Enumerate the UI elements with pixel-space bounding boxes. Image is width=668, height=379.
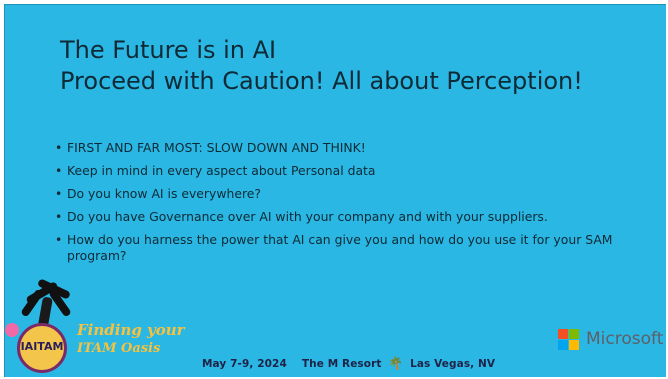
- event-dates: May 7-9, 2024: [202, 358, 287, 370]
- bullet-dot: •: [55, 186, 63, 201]
- bullet-text: Do you have Governance over AI with your…: [67, 209, 548, 224]
- bullet-text: How do you harness the power that AI can…: [67, 232, 613, 263]
- slide-title: The Future is in AI Proceed with Caution…: [60, 35, 660, 97]
- event-location: Las Vegas, NV: [410, 358, 496, 370]
- event-info: May 7-9, 2024 The M Resort 🌴 Las Vegas, …: [202, 356, 495, 370]
- ms-square-green: [569, 329, 579, 339]
- ms-square-blue: [558, 340, 568, 350]
- bullet-item: • Do you know AI is everywhere?: [55, 186, 645, 202]
- badge-text: IAITAM: [20, 340, 64, 353]
- title-line-1: The Future is in AI: [60, 36, 277, 64]
- flower-icon: [5, 323, 19, 337]
- ms-square-red: [558, 329, 568, 339]
- logo-tagline-2: ITAM Oasis: [77, 341, 161, 356]
- event-venue: The M Resort: [301, 358, 382, 370]
- bullet-dot: •: [55, 232, 63, 247]
- bullet-dot: •: [55, 209, 63, 224]
- slide: The Future is in AI Proceed with Caution…: [4, 4, 666, 377]
- bullet-dot: •: [55, 163, 63, 178]
- microsoft-wordmark: Microsoft: [586, 329, 664, 349]
- bullet-list: • FIRST AND FAR MOST: SLOW DOWN AND THINK…: [55, 140, 645, 271]
- bullet-item: • FIRST AND FAR MOST: SLOW DOWN AND THINK…: [55, 140, 645, 156]
- iaitam-badge: IAITAM: [17, 323, 67, 373]
- palm-tree-icon: 🌴: [388, 356, 404, 370]
- microsoft-logo-icon: [558, 329, 580, 351]
- bullet-item: • How do you harness the power that AI ca…: [55, 232, 645, 264]
- logo-tagline-1: Finding your: [77, 321, 185, 339]
- ms-square-yellow: [569, 340, 579, 350]
- bullet-text: Keep in mind in every aspect about Perso…: [67, 163, 376, 178]
- bullet-item: • Keep in mind in every aspect about Pers…: [55, 163, 645, 179]
- iaitam-logo: IAITAM Finding your ITAM Oasis: [5, 275, 195, 377]
- bullet-item: • Do you have Governance over AI with you…: [55, 209, 645, 225]
- title-line-2: Proceed with Caution! All about Percepti…: [60, 67, 583, 95]
- bullet-text: FIRST AND FAR MOST: SLOW DOWN AND THINK!: [67, 140, 366, 155]
- bullet-dot: •: [55, 140, 63, 155]
- bullet-text: Do you know AI is everywhere?: [67, 186, 261, 201]
